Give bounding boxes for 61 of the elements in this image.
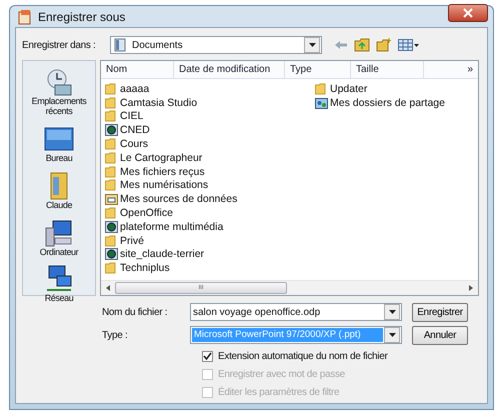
type-label: Type : bbox=[102, 330, 128, 340]
shared-folder-icon bbox=[315, 96, 328, 109]
file-item[interactable]: Camtasia Studio bbox=[105, 96, 315, 110]
file-item[interactable]: plateforme multimédia bbox=[105, 220, 315, 234]
folder-icon bbox=[105, 96, 118, 109]
file-item[interactable]: Mes dossiers de partage bbox=[315, 96, 445, 110]
folder-icon bbox=[105, 152, 118, 164]
view-menu-icon[interactable] bbox=[398, 39, 420, 51]
column-header[interactable]: Date de modification bbox=[174, 61, 285, 78]
save-in-label: Enregistrer dans : bbox=[22, 40, 97, 50]
file-item[interactable]: site_claude-terrier bbox=[105, 248, 315, 262]
file-item[interactable]: CNED bbox=[105, 123, 315, 138]
folder-icon bbox=[315, 82, 328, 95]
scroll-right-icon[interactable] bbox=[469, 285, 473, 291]
file-item[interactable]: Techniplus bbox=[105, 261, 315, 276]
column-header[interactable]: Taille bbox=[351, 61, 424, 78]
file-item[interactable]: Mes sources de données bbox=[105, 192, 315, 206]
save-button[interactable]: Enregistrer bbox=[412, 302, 468, 322]
save-document-icon bbox=[17, 8, 33, 24]
window-title: Enregistrer sous bbox=[38, 10, 126, 24]
folder-icon bbox=[105, 179, 118, 192]
file-item[interactable]: Mes numérisations bbox=[105, 178, 315, 192]
file-item[interactable]: aaaaa bbox=[105, 82, 315, 96]
folder-icon bbox=[105, 262, 118, 274]
file-item[interactable]: Mes fichiers reçus bbox=[105, 164, 315, 179]
dropdown-arrow-icon[interactable] bbox=[308, 43, 316, 47]
new-folder-icon[interactable] bbox=[376, 38, 392, 52]
database-folder-icon bbox=[105, 193, 118, 206]
location-dropdown[interactable]: Documents bbox=[110, 36, 322, 54]
file-item[interactable]: OpenOffice bbox=[105, 206, 315, 220]
checkmark-icon bbox=[203, 352, 212, 360]
dropdown-arrow-icon[interactable] bbox=[388, 333, 396, 337]
place-item[interactable]: Réseau bbox=[23, 264, 95, 304]
file-item[interactable]: Cours bbox=[105, 137, 315, 151]
file-item[interactable]: Le Cartographeur bbox=[105, 150, 315, 165]
folder-icon bbox=[105, 207, 118, 220]
filename-field[interactable]: salon voyage openoffice.odp bbox=[190, 303, 402, 321]
file-item[interactable]: CIEL bbox=[105, 110, 315, 124]
file-item[interactable]: Privé bbox=[105, 234, 315, 248]
column-header[interactable]: » bbox=[424, 61, 478, 78]
column-header[interactable]: Type bbox=[285, 61, 351, 78]
dropdown-arrow-icon[interactable] bbox=[388, 310, 396, 314]
column-header[interactable]: Nom bbox=[101, 61, 174, 78]
place-item[interactable]: Claude bbox=[23, 170, 95, 211]
filename-label: Nom du fichier : bbox=[102, 306, 168, 318]
folder-icon bbox=[105, 166, 118, 178]
close-button[interactable] bbox=[448, 4, 488, 22]
folder-icon bbox=[105, 82, 118, 95]
scroll-left-icon[interactable] bbox=[106, 285, 110, 291]
documents-folder-icon bbox=[113, 38, 127, 52]
close-icon bbox=[463, 8, 473, 18]
up-folder-icon[interactable] bbox=[354, 38, 370, 52]
option-checkbox[interactable]: Extension automatique du nom de fichier bbox=[202, 349, 479, 363]
place-item[interactable]: Ordinateur bbox=[23, 218, 95, 258]
place-item[interactable]: Bureau bbox=[23, 124, 95, 164]
folder-icon bbox=[105, 110, 118, 122]
cancel-button[interactable]: Annuler bbox=[412, 326, 468, 344]
folder-icon bbox=[105, 138, 118, 150]
file-item[interactable]: Updater bbox=[315, 82, 445, 96]
place-item[interactable]: Emplacements récents bbox=[23, 67, 95, 117]
folder-icon bbox=[105, 234, 118, 247]
